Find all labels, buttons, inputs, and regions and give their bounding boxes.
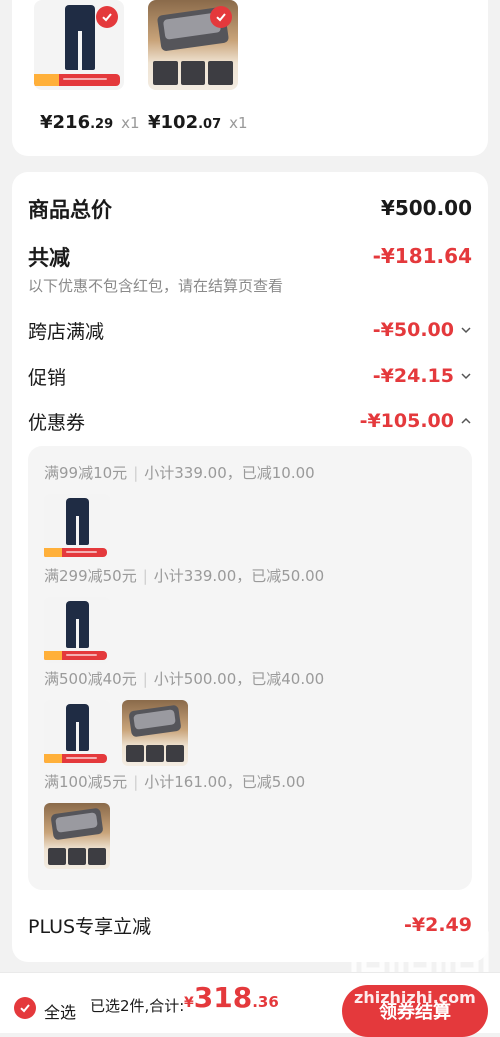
check-icon [20,1004,30,1013]
discount-value: -¥181.64 [372,244,472,268]
chevron-down-icon [461,327,471,334]
selected-count: 已选2件,合计: [90,997,185,1015]
coupon-label: 优惠券 [28,412,86,434]
pants-product-image[interactable] [34,0,124,90]
product-price: ¥102.07 x1 [148,112,248,133]
total-price-label: 商品总价 [28,198,112,222]
cross-store-toggle[interactable]: -¥50.00 [373,319,472,341]
pants-product-image [44,700,110,766]
promotion-value: -¥24.15 [372,365,454,387]
cross-store-label: 跨店满减 [28,321,105,343]
chevron-up-icon [461,417,471,424]
coupon-rule: 满299减50元 | 小计339.00，已减50.00 [44,567,325,585]
select-all-label[interactable]: 全选 [44,999,76,1023]
selected-products-card: ¥216.29 x1 ¥102.07 x1 [12,0,488,156]
grand-total: ¥318.36 [184,981,279,1014]
coupon-toggle[interactable]: -¥105.00 [360,410,472,432]
gas-stove-product-image [122,700,188,766]
select-all-checkbox[interactable] [14,997,36,1019]
promotion-toggle[interactable]: -¥24.15 [373,365,472,387]
pants-product-image [44,597,110,663]
coupon-detail-panel: 满99减10元 | 小计339.00，已减10.00 满299减50元 | 小计339.… [28,446,472,890]
price-summary-card: 商品总价 ¥500.00 共减 -¥181.64 以下优惠不包含红包，请在结算页… [12,172,488,962]
chevron-down-icon [461,373,471,380]
pants-product-image [44,494,110,560]
total-price-value: ¥500.00 [380,196,472,220]
coupon-rule: 满100减5元 | 小计161.00，已减5.00 [44,773,306,791]
checked-icon[interactable] [210,6,232,28]
gas-stove-product-image[interactable] [148,0,238,90]
coupon-value: -¥105.00 [359,410,454,432]
discount-hint: 以下优惠不包含红包，请在结算页查看 [28,277,284,295]
gas-stove-product-image [44,803,110,869]
cross-store-value: -¥50.00 [372,319,454,341]
checked-icon[interactable] [96,6,118,28]
promotion-label: 促销 [28,367,67,389]
coupon-rule: 满500减40元 | 小计500.00，已减40.00 [44,670,325,688]
plus-discount-label: PLUS专享立减 [28,916,152,938]
discount-label: 共减 [28,246,70,270]
product-price: ¥216.29 x1 [40,112,140,133]
coupon-rule: 满99减10元 | 小计339.00，已减10.00 [44,464,315,482]
watermark-text: zhizhizhi.com [354,988,476,1007]
